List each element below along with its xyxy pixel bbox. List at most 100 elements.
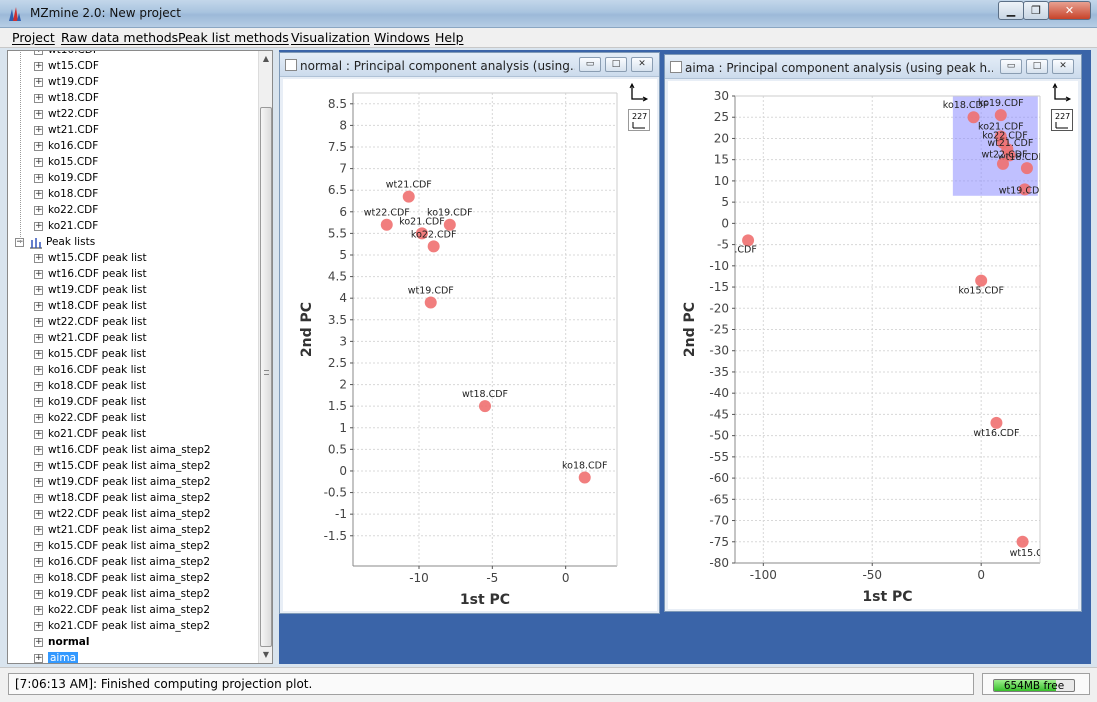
expand-icon[interactable]: + [34,254,43,263]
expand-icon[interactable]: + [34,382,43,391]
pca-plot-aima[interactable]: -100 -50 0 -80 -75 -70 -65 -60 -55 -50 -45 -40 -35 -3… [668,81,1078,609]
window-minimize-button[interactable]: ▁ [998,1,1024,20]
project-tree[interactable]: + wt16.CDF + wt15.CDF + wt19.CDF + wt18.CDF + wt2… [7,50,273,664]
expand-icon[interactable]: + [34,286,43,295]
expand-icon[interactable]: + [34,78,43,87]
tree-item-raw-file[interactable]: + ko16.CDF [8,139,258,155]
expand-icon[interactable]: + [34,94,43,103]
tree-item-peak-list[interactable]: + wt15.CDF peak list [8,251,258,267]
data-point[interactable] [578,471,591,484]
tree-scrollbar[interactable]: ▲ ▼ [258,51,272,663]
expand-icon[interactable]: + [34,542,43,551]
expand-icon[interactable]: + [34,494,43,503]
memory-indicator[interactable]: 654MB free [982,673,1090,695]
tree-item-peak-list[interactable]: + ko16.CDF peak list [8,363,258,379]
tree-item-raw-file[interactable]: + ko15.CDF [8,155,258,171]
tree-item-raw-file[interactable]: + ko21.CDF [8,219,258,235]
expand-icon[interactable]: + [34,622,43,631]
tree-item-peak-lists[interactable]: − Peak lists [8,235,258,251]
data-point[interactable] [1020,162,1033,175]
tree-item-peak-list[interactable]: + wt21.CDF peak list [8,331,258,347]
tree-item-raw-file[interactable]: + wt19.CDF [8,75,258,91]
tree-item-raw-file[interactable]: + wt18.CDF [8,91,258,107]
tree-item-raw-file[interactable]: + wt16.CDF [8,51,258,59]
data-point[interactable] [424,296,437,309]
expand-icon[interactable]: + [34,142,43,151]
scroll-down-arrow-icon[interactable]: ▼ [259,648,272,662]
expand-icon[interactable]: + [34,110,43,119]
expand-icon[interactable]: + [34,590,43,599]
tree-item-project-normal[interactable]: + normal [8,635,258,651]
menu-windows[interactable]: Windows [374,30,430,45]
expand-icon[interactable]: + [34,302,43,311]
expand-icon[interactable]: + [34,638,43,647]
data-labels-toggle-icon[interactable]: 227 [628,109,650,131]
expand-icon[interactable]: + [34,318,43,327]
window-close-button[interactable]: ✕ [1048,1,1091,20]
tree-item-raw-file[interactable]: + ko18.CDF [8,187,258,203]
menu-raw-data-methods[interactable]: Raw data methods [61,30,178,45]
pca-frame-aima-titlebar[interactable]: aima : Principal component analysis (usi… [665,55,1081,79]
frame-minimize-button[interactable]: ▭ [1000,59,1022,74]
tree-item-peak-list[interactable]: + ko22.CDF peak list aima_step2 [8,603,258,619]
expand-icon[interactable]: + [34,270,43,279]
tree-item-peak-list[interactable]: + ko18.CDF peak list [8,379,258,395]
tree-item-peak-list[interactable]: + wt18.CDF peak list [8,299,258,315]
tree-item-peak-list[interactable]: + ko19.CDF peak list aima_step2 [8,587,258,603]
tree-item-peak-list[interactable]: + wt21.CDF peak list aima_step2 [8,523,258,539]
frame-close-button[interactable]: ✕ [1052,59,1074,74]
tree-item-peak-list[interactable]: + ko21.CDF peak list [8,427,258,443]
expand-icon[interactable]: + [34,174,43,183]
tree-item-raw-file[interactable]: + ko19.CDF [8,171,258,187]
data-point[interactable] [996,157,1009,170]
scroll-up-arrow-icon[interactable]: ▲ [259,52,272,66]
expand-icon[interactable]: + [34,414,43,423]
expand-icon[interactable]: + [34,478,43,487]
expand-icon[interactable]: + [34,574,43,583]
tree-item-peak-list[interactable]: + wt22.CDF peak list aima_step2 [8,507,258,523]
expand-icon[interactable]: + [34,510,43,519]
expand-icon[interactable]: + [34,126,43,135]
expand-icon[interactable]: + [34,366,43,375]
data-point[interactable] [427,240,440,253]
tree-item-peak-list[interactable]: + ko16.CDF peak list aima_step2 [8,555,258,571]
tree-item-peak-list[interactable]: + ko15.CDF peak list [8,347,258,363]
pca-frame-aima[interactable]: aima : Principal component analysis (usi… [664,54,1082,612]
expand-icon[interactable]: + [34,350,43,359]
expand-icon[interactable]: + [34,334,43,343]
frame-maximize-button[interactable]: □ [605,57,627,72]
pca-chart-aima[interactable]: -100 -50 0-80-75-70-65-60-55-50-45-40-35-3… [668,81,1078,609]
expand-icon[interactable]: + [34,158,43,167]
expand-icon[interactable]: + [34,526,43,535]
tree-item-peak-list[interactable]: + wt22.CDF peak list [8,315,258,331]
window-maximize-button[interactable]: ❐ [1023,1,1049,20]
tree-item-peak-list[interactable]: + wt16.CDF peak list [8,267,258,283]
expand-icon[interactable]: + [34,206,43,215]
data-point[interactable] [479,400,491,413]
tree-item-raw-file[interactable]: + wt22.CDF [8,107,258,123]
tree-item-project-aima[interactable]: + aima [8,651,258,663]
tree-item-peak-list[interactable]: + ko18.CDF peak list aima_step2 [8,571,258,587]
expand-icon[interactable]: + [34,430,43,439]
tree-item-raw-file[interactable]: + ko22.CDF [8,203,258,219]
expand-icon[interactable]: + [34,62,43,71]
frame-maximize-button[interactable]: □ [1026,59,1048,74]
tree-item-raw-file[interactable]: + wt15.CDF [8,59,258,75]
expand-icon[interactable]: + [34,462,43,471]
data-point[interactable] [994,109,1007,122]
tree-scrollbar-thumb[interactable] [260,107,272,647]
tree-item-peak-list[interactable]: + wt19.CDF peak list [8,283,258,299]
expand-icon[interactable]: + [34,446,43,455]
tree-item-peak-list[interactable]: + wt18.CDF peak list aima_step2 [8,491,258,507]
expand-icon[interactable]: + [34,190,43,199]
tree-item-peak-list[interactable]: + ko19.CDF peak list [8,395,258,411]
tree-item-peak-list[interactable]: + wt16.CDF peak list aima_step2 [8,443,258,459]
pca-plot-normal[interactable]: -10 -5 0 -1.5 -1 -0.5 0 0.5 1 1.5 2 2.5 3 3.5 4 4.5 5 5.5… [283,79,657,611]
tree-item-peak-list[interactable]: + wt19.CDF peak list aima_step2 [8,475,258,491]
pca-frame-normal-titlebar[interactable]: normal : Principal component analysis (u… [280,53,659,77]
expand-icon[interactable]: + [34,558,43,567]
tree-item-peak-list[interactable]: + ko15.CDF peak list aima_step2 [8,539,258,555]
expand-icon[interactable]: + [34,606,43,615]
pca-chart-normal[interactable]: -10 -5 0 -1.5 -1 -0.5 0 0.5 1 1.5 2 2.5 3 3.5 4 4.5 5 5.5… [283,79,657,611]
tree-item-raw-file[interactable]: + wt21.CDF [8,123,258,139]
